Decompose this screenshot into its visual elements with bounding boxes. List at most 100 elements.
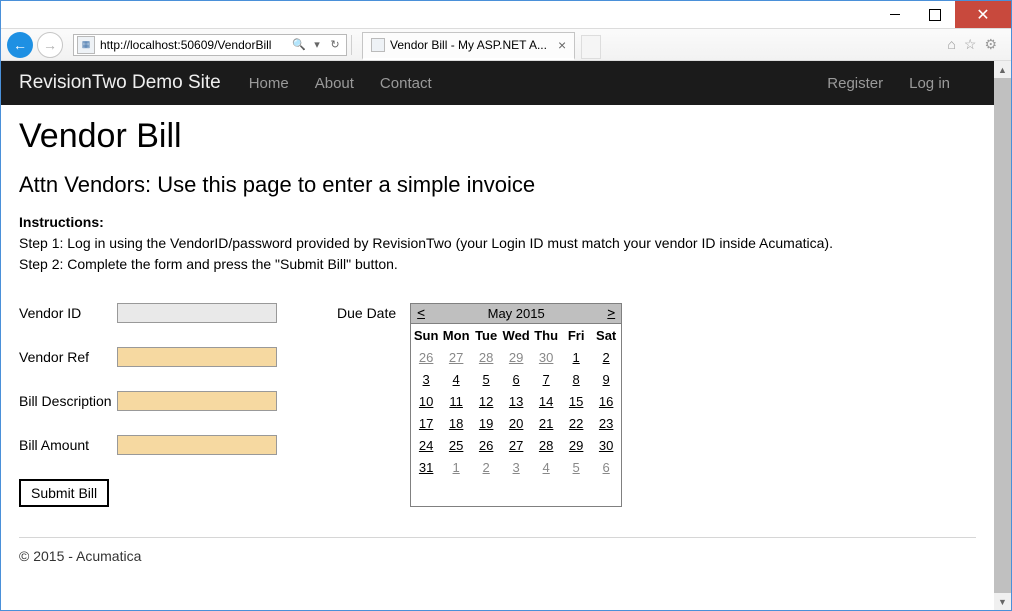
calendar-day[interactable]: 9 bbox=[591, 368, 621, 390]
arrow-right-icon: → bbox=[43, 38, 57, 52]
calendar-day[interactable]: 30 bbox=[531, 346, 561, 368]
window-minimize-button[interactable] bbox=[875, 1, 915, 28]
page-icon: ▦ bbox=[77, 36, 95, 54]
browser-forward-button[interactable]: → bbox=[37, 32, 63, 58]
calendar-day[interactable]: 28 bbox=[531, 434, 561, 456]
input-vendor-id[interactable] bbox=[117, 303, 277, 323]
calendar-dow-header: Tue bbox=[471, 324, 501, 346]
window-close-button[interactable]: ✕ bbox=[955, 1, 1011, 28]
calendar-day[interactable]: 19 bbox=[471, 412, 501, 434]
nav-link-home[interactable]: Home bbox=[249, 75, 289, 92]
calendar-day[interactable]: 3 bbox=[501, 456, 531, 478]
calendar-dow-header: Sun bbox=[411, 324, 441, 346]
arrow-left-icon: ← bbox=[13, 38, 27, 52]
scroll-down-button[interactable]: ▼ bbox=[994, 593, 1011, 610]
scroll-thumb[interactable] bbox=[994, 78, 1011, 593]
calendar-day[interactable]: 24 bbox=[411, 434, 441, 456]
new-tab-button[interactable] bbox=[581, 35, 601, 59]
calendar-day[interactable]: 30 bbox=[591, 434, 621, 456]
calendar-dow-header: Fri bbox=[561, 324, 591, 346]
browser-window: ✕ ← → ▦ 🔍 ▾ ↻ Vendor Bill - My ASP.NET A… bbox=[0, 0, 1012, 611]
calendar-day[interactable]: 2 bbox=[591, 346, 621, 368]
input-bill-amount[interactable] bbox=[117, 435, 277, 455]
calendar-prev-button[interactable]: < bbox=[417, 306, 425, 321]
tab-close-icon[interactable]: × bbox=[558, 37, 566, 53]
calendar-day[interactable]: 1 bbox=[441, 456, 471, 478]
calendar-day[interactable]: 10 bbox=[411, 390, 441, 412]
label-vendor-id: Vendor ID bbox=[19, 305, 117, 321]
calendar-day[interactable]: 18 bbox=[441, 412, 471, 434]
instruction-step1: Step 1: Log in using the VendorID/passwo… bbox=[19, 235, 833, 251]
search-go-icon[interactable]: 🔍 bbox=[288, 38, 310, 51]
calendar-day[interactable]: 28 bbox=[471, 346, 501, 368]
calendar-day[interactable]: 20 bbox=[501, 412, 531, 434]
address-bar: ▦ 🔍 ▾ ↻ bbox=[73, 34, 347, 56]
calendar-dow-header: Sat bbox=[591, 324, 621, 346]
calendar-day[interactable]: 13 bbox=[501, 390, 531, 412]
calendar-day[interactable]: 31 bbox=[411, 456, 441, 478]
nav-link-login[interactable]: Log in bbox=[909, 75, 950, 92]
scroll-up-button[interactable]: ▲ bbox=[994, 61, 1011, 78]
calendar-day[interactable]: 8 bbox=[561, 368, 591, 390]
calendar-day[interactable]: 27 bbox=[441, 346, 471, 368]
calendar-day[interactable]: 25 bbox=[441, 434, 471, 456]
calendar-day[interactable]: 27 bbox=[501, 434, 531, 456]
tab-favicon bbox=[371, 38, 385, 52]
nav-link-contact[interactable]: Contact bbox=[380, 75, 432, 92]
submit-bill-button[interactable]: Submit Bill bbox=[19, 479, 109, 507]
calendar-day[interactable]: 4 bbox=[531, 456, 561, 478]
browser-tab[interactable]: Vendor Bill - My ASP.NET A... × bbox=[362, 32, 575, 60]
calendar-next-button[interactable]: > bbox=[607, 306, 615, 321]
calendar-day[interactable]: 21 bbox=[531, 412, 561, 434]
calendar-day[interactable]: 14 bbox=[531, 390, 561, 412]
calendar-dow-header: Wed bbox=[501, 324, 531, 346]
calendar-title: May 2015 bbox=[488, 306, 545, 321]
input-bill-description[interactable] bbox=[117, 391, 277, 411]
home-icon[interactable]: ⌂ bbox=[947, 36, 955, 53]
calendar-day[interactable]: 26 bbox=[411, 346, 441, 368]
form-fields: Vendor ID Vendor Ref Bill Description bbox=[19, 303, 277, 507]
calendar-day[interactable]: 29 bbox=[501, 346, 531, 368]
gear-icon[interactable]: ⚙ bbox=[984, 36, 997, 53]
site-brand[interactable]: RevisionTwo Demo Site bbox=[19, 72, 221, 94]
calendar-day[interactable]: 15 bbox=[561, 390, 591, 412]
label-vendor-ref: Vendor Ref bbox=[19, 349, 117, 365]
vertical-scrollbar[interactable]: ▲ ▼ bbox=[994, 61, 1011, 610]
url-input[interactable] bbox=[98, 35, 288, 54]
calendar-day[interactable]: 5 bbox=[561, 456, 591, 478]
calendar-day[interactable]: 16 bbox=[591, 390, 621, 412]
calendar-day[interactable]: 23 bbox=[591, 412, 621, 434]
refresh-icon[interactable]: ↻ bbox=[324, 38, 346, 51]
calendar-dow-header: Thu bbox=[531, 324, 561, 346]
calendar-day[interactable]: 7 bbox=[531, 368, 561, 390]
calendar-day[interactable]: 17 bbox=[411, 412, 441, 434]
page-content: RevisionTwo Demo Site Home About Contact… bbox=[1, 61, 994, 610]
calendar-day[interactable]: 12 bbox=[471, 390, 501, 412]
addr-divider: ▾ bbox=[310, 38, 324, 51]
calendar-day[interactable]: 29 bbox=[561, 434, 591, 456]
window-maximize-button[interactable] bbox=[915, 1, 955, 28]
nav-link-register[interactable]: Register bbox=[827, 75, 883, 92]
input-vendor-ref[interactable] bbox=[117, 347, 277, 367]
page-title: Vendor Bill bbox=[19, 117, 976, 156]
calendar-day[interactable]: 1 bbox=[561, 346, 591, 368]
calendar-day[interactable]: 4 bbox=[441, 368, 471, 390]
calendar-day[interactable]: 3 bbox=[411, 368, 441, 390]
toolbar-divider bbox=[351, 35, 352, 55]
calendar-day[interactable]: 6 bbox=[591, 456, 621, 478]
label-bill-amount: Bill Amount bbox=[19, 437, 117, 453]
nav-link-about[interactable]: About bbox=[315, 75, 354, 92]
page-subtitle: Attn Vendors: Use this page to enter a s… bbox=[19, 172, 976, 198]
calendar-day[interactable]: 6 bbox=[501, 368, 531, 390]
browser-back-button[interactable]: ← bbox=[7, 32, 33, 58]
calendar-day[interactable]: 26 bbox=[471, 434, 501, 456]
calendar: < May 2015 > SunMonTueWedThuFriSat 26272… bbox=[410, 303, 622, 507]
page-footer: © 2015 - Acumatica bbox=[19, 537, 976, 564]
instruction-step2: Step 2: Complete the form and press the … bbox=[19, 256, 398, 272]
calendar-day[interactable]: 2 bbox=[471, 456, 501, 478]
calendar-day[interactable]: 22 bbox=[561, 412, 591, 434]
calendar-day[interactable]: 5 bbox=[471, 368, 501, 390]
calendar-day[interactable]: 11 bbox=[441, 390, 471, 412]
calendar-grid: SunMonTueWedThuFriSat 262728293012345678… bbox=[411, 324, 621, 478]
favorites-icon[interactable]: ☆ bbox=[964, 36, 977, 53]
